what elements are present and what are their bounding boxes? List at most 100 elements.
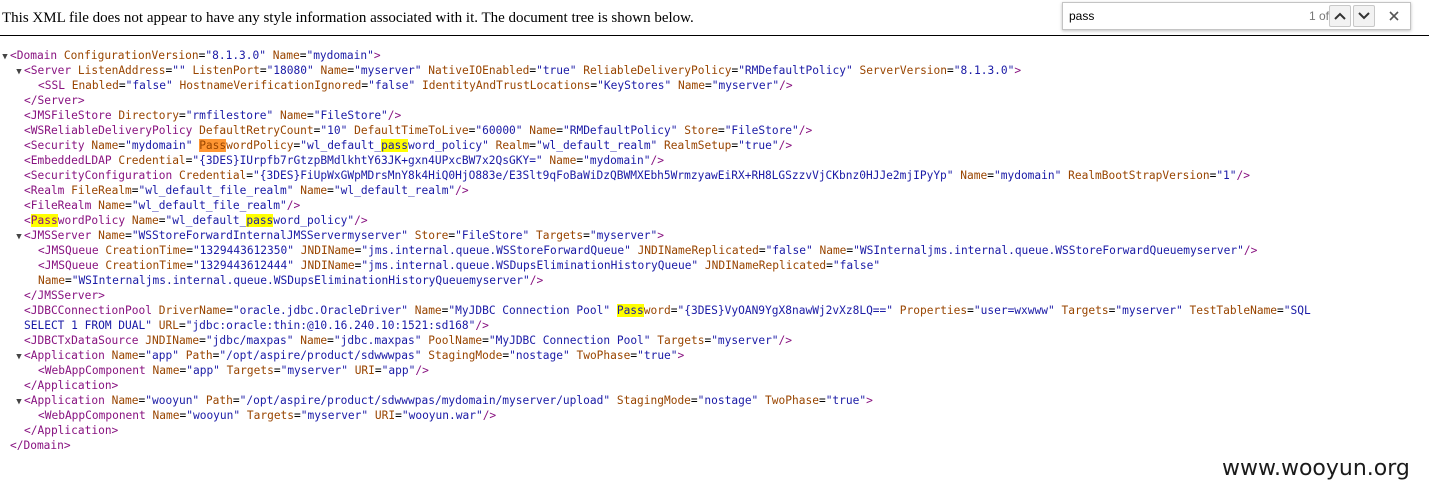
- xml-attr-name: JNDIName: [300, 244, 355, 257]
- xml-tag: <SSL: [38, 79, 65, 92]
- xml-tag: </Application>: [24, 379, 119, 392]
- xml-attr-name: DefaultTimeToLive: [354, 124, 469, 137]
- xml-attr-value: "MyJDBC Connection Pool": [488, 334, 651, 347]
- xml-attr-value: "false": [368, 79, 416, 92]
- xml-attr-value: "myserver": [711, 334, 779, 347]
- xml-tag: />: [778, 139, 793, 152]
- xml-punct: =: [131, 184, 139, 197]
- xml-tag: <EmbeddedLDAP: [24, 154, 112, 167]
- xml-tag: >: [866, 394, 873, 407]
- xml-line: <WebAppComponent Name="wooyun" Targets="…: [0, 408, 1429, 423]
- xml-attr-name: PoolName: [428, 334, 483, 347]
- xml-attr-name: Targets: [226, 364, 274, 377]
- xml-attr-name: CreationTime: [105, 244, 187, 257]
- xml-attr-value: "myserver": [1115, 304, 1183, 317]
- xml-attr-value: "jms.internal.queue.WSStoreForwardQueue": [361, 244, 631, 257]
- xml-attr-name: Store: [414, 229, 449, 242]
- xml-attr-name: JNDIName: [300, 259, 355, 272]
- xml-punct: [146, 409, 153, 422]
- xml-punct: [146, 364, 153, 377]
- xml-attr-name: JNDINameReplicated: [637, 244, 759, 257]
- xml-attr-name: Name: [131, 214, 159, 227]
- xml-attr-name: Name: [38, 274, 65, 287]
- xml-attr-name: Name: [300, 334, 328, 347]
- xml-attr-name: Targets: [536, 229, 584, 242]
- xml-tag: />: [1236, 169, 1251, 182]
- find-previous-button[interactable]: [1329, 5, 1351, 27]
- xml-attr-value: "nostage": [509, 349, 570, 362]
- search-match: pass: [381, 139, 409, 152]
- find-next-button[interactable]: [1353, 5, 1375, 27]
- xml-attr-name: Name: [152, 364, 180, 377]
- xml-attr-name: Name: [414, 304, 442, 317]
- xml-tag: <: [24, 214, 31, 227]
- xml-attr-name: ConfigurationVersion: [63, 49, 199, 62]
- xml-punct: =: [967, 304, 974, 317]
- xml-attr-name: Name: [280, 109, 307, 122]
- xml-punct: [240, 409, 247, 422]
- xml-punct: [220, 364, 227, 377]
- xml-punct: [294, 244, 301, 257]
- xml-line: <SecurityConfiguration Credential = "{3DES…: [0, 168, 1429, 183]
- xml-attr-value: "/opt/aspire/product/sdwwwpas/mydomain/m…: [239, 394, 611, 407]
- xml-tag: <WSReliableDeliveryPolicy: [24, 124, 193, 137]
- xml-attr-name: Name: [529, 124, 557, 137]
- xml-punct: [348, 364, 355, 377]
- xml-punct: [529, 229, 536, 242]
- xml-line: </Application>: [0, 423, 1429, 438]
- xml-tag: />: [286, 199, 301, 212]
- xml-punct: =: [294, 409, 301, 422]
- xml-tag: <JMSFileStore: [24, 109, 112, 122]
- xml-tag: />: [1243, 244, 1258, 257]
- xml-attr-value: "SQL: [1283, 304, 1311, 317]
- xml-attr-name: RealmBootStrapVersion: [1068, 169, 1210, 182]
- xml-attr-name: Properties: [899, 304, 968, 317]
- xml-attr-value: "wooyun": [145, 394, 200, 407]
- xml-attr-value: "wooyun": [186, 409, 241, 422]
- xml-attr-value: "{3DES}IUrpfb7rGtzpBMdlkhtY63JK+gxn4UPxc…: [192, 154, 543, 167]
- xml-punct: =: [327, 184, 334, 197]
- xml-attr-value: "MyJDBC Connection Pool": [448, 304, 611, 317]
- xml-punct: [105, 349, 112, 362]
- xml-attr-value: "KeyStores": [597, 79, 672, 92]
- xml-attr-name: Name: [960, 169, 988, 182]
- xml-attr-name: URL: [158, 319, 179, 332]
- xml-punct: [199, 394, 206, 407]
- xml-attr-name: Name: [111, 349, 139, 362]
- find-close-button[interactable]: [1383, 5, 1405, 27]
- xml-punct: =: [125, 229, 132, 242]
- xml-line: <PasswordPolicy Name="wl_default_passwor…: [0, 213, 1429, 228]
- xml-punct: [671, 79, 678, 92]
- xml-attr-name: Path: [185, 349, 213, 362]
- xml-line: ▼ <Domain ConfigurationVersion="8.1.3.0" …: [0, 48, 1429, 63]
- xml-line: <JMSQueue CreationTime="1329443612444" J…: [0, 258, 1429, 273]
- xml-punct: =: [273, 364, 281, 377]
- xml-line: <JMSQueue CreationTime="1329443612350" J…: [0, 243, 1429, 258]
- xml-attr-value: "{3DES}FiUpWxGWpMDrsMnY8k4HiQ0HjO883e/E3…: [253, 169, 954, 182]
- xml-line: <EmbeddedLDAP Credential="{3DES}IUrpfb7r…: [0, 153, 1429, 168]
- xml-attr-name: Targets: [657, 334, 705, 347]
- banner-message: This XML file does not appear to have an…: [2, 10, 694, 26]
- xml-tag: />: [354, 214, 368, 227]
- xml-line: <FileRealm Name="wl_default_file_realm"/…: [0, 198, 1429, 213]
- xml-punct: =: [374, 364, 382, 377]
- xml-tag: <FileRealm: [24, 199, 92, 212]
- xml-tag: />: [482, 409, 497, 422]
- xml-attr-value: "oracle.jdbc.OracleDriver": [232, 304, 408, 317]
- xml-punct: [125, 214, 132, 227]
- find-input[interactable]: [1067, 6, 1291, 26]
- xml-punct: [610, 304, 617, 317]
- xml-tag: <SecurityConfiguration: [24, 169, 173, 182]
- xml-punct: =: [704, 79, 712, 92]
- xml-attr-name: Realm: [495, 139, 530, 152]
- xml-tag: >: [677, 349, 685, 362]
- find-bar: 1 of 5: [1062, 2, 1411, 30]
- xml-line: ▼ <JMSServer Name="WSStoreForwardInternal…: [0, 228, 1429, 243]
- xml-punct: [489, 139, 496, 152]
- xml-punct: =: [178, 319, 186, 332]
- xml-attr-name: Targets: [1061, 304, 1109, 317]
- xml-attr-name: TestTableName: [1189, 304, 1278, 317]
- xml-punct: =: [118, 79, 126, 92]
- xml-line: <JDBCTxDataSource JNDIName="jdbc/maxpas"…: [0, 333, 1429, 348]
- xml-attr-value: "jdbc:oracle:thin:@10.16.240.10:1521:sd1…: [185, 319, 476, 332]
